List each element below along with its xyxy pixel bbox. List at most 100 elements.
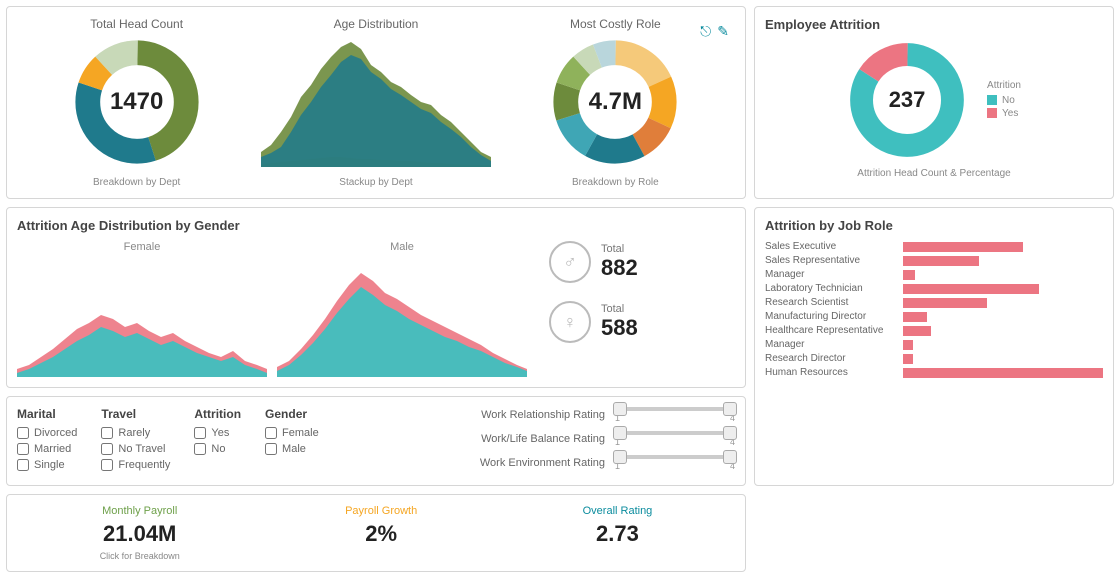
role-bar-bg	[903, 354, 1103, 364]
sum-growth: Payroll Growth 2%	[345, 505, 417, 547]
chk-male[interactable]: Male	[265, 443, 319, 455]
role-label: Laboratory Technician	[765, 283, 895, 294]
top-kpi-card: Total Head Count 1470 Breakdown by Dept …	[6, 6, 746, 199]
cost-donut[interactable]: 4.7M	[550, 37, 680, 167]
female-label: Female	[17, 241, 267, 253]
attr-age-title: Attrition Age Distribution by Gender	[17, 218, 735, 233]
chk-freq[interactable]: Frequently	[101, 459, 170, 471]
agedist-sub: Stackup by Dept	[339, 177, 412, 188]
male-col: Male	[277, 241, 527, 377]
chk-female[interactable]: Female	[265, 427, 319, 439]
chk-notravel[interactable]: No Travel	[101, 443, 170, 455]
female-total-label: Total	[601, 303, 638, 315]
role-row[interactable]: Sales Representative	[765, 255, 1103, 266]
role-row[interactable]: Research Director	[765, 353, 1103, 364]
female-chart[interactable]	[17, 257, 267, 377]
role-bar	[903, 284, 1039, 294]
role-row[interactable]: Human Resources	[765, 367, 1103, 378]
chk-divorced[interactable]: Divorced	[17, 427, 77, 439]
marital-title: Marital	[17, 407, 77, 421]
payroll-value: 21.04M	[100, 521, 180, 547]
role-label: Research Director	[765, 353, 895, 364]
role-row[interactable]: Research Scientist	[765, 297, 1103, 308]
role-label: Manufacturing Director	[765, 311, 895, 322]
role-bar	[903, 312, 927, 322]
role-bar-bg	[903, 368, 1103, 378]
totals: ♂ Total 882 ♀ Total 588	[549, 241, 638, 343]
legend-yes-swatch	[987, 108, 997, 118]
agedist-title: Age Distribution	[334, 17, 419, 31]
slider-we-label: Work Environment Rating	[480, 457, 605, 469]
role-bar	[903, 270, 915, 280]
emp-attr-title: Employee Attrition	[765, 17, 1103, 32]
headcount-donut[interactable]: 1470	[72, 37, 202, 167]
role-bar	[903, 256, 979, 266]
role-bar	[903, 340, 913, 350]
headcount-kpi: Total Head Count 1470 Breakdown by Dept	[17, 17, 256, 188]
emp-attr-value: 237	[847, 40, 967, 160]
slider-wr[interactable]	[615, 407, 735, 411]
legend-no-swatch	[987, 95, 997, 105]
export-icon[interactable]: ⎋	[700, 23, 711, 40]
role-row[interactable]: Manufacturing Director	[765, 311, 1103, 322]
headcount-value: 1470	[72, 37, 202, 167]
slider-we[interactable]	[615, 455, 735, 459]
male-total: 882	[601, 255, 638, 281]
slider-wr-label: Work Relationship Rating	[481, 409, 605, 421]
male-label: Male	[277, 241, 527, 253]
sum-payroll: Monthly Payroll 21.04M Click for Breakdo…	[100, 505, 180, 561]
chk-attr-yes[interactable]: Yes	[194, 427, 241, 439]
role-row[interactable]: Healthcare Representative	[765, 325, 1103, 336]
role-bar-bg	[903, 298, 1103, 308]
chk-attr-no[interactable]: No	[194, 443, 241, 455]
emp-attr-legend: Attrition No Yes	[987, 80, 1021, 121]
legend-yes: Yes	[1002, 108, 1018, 119]
payroll-sub: Click for Breakdown	[100, 551, 180, 561]
role-bar-bg	[903, 242, 1103, 252]
cost-kpi: ⎋ ✎ Most Costly Role 4.7M Breakdow	[496, 17, 735, 188]
role-label: Sales Executive	[765, 241, 895, 252]
slider-wlb[interactable]	[615, 431, 735, 435]
chk-single[interactable]: Single	[17, 459, 77, 471]
role-bar-bg	[903, 326, 1103, 336]
role-label: Manager	[765, 269, 895, 280]
chk-married[interactable]: Married	[17, 443, 77, 455]
role-row[interactable]: Sales Executive	[765, 241, 1103, 252]
headcount-sub: Breakdown by Dept	[93, 177, 180, 188]
chk-rarely[interactable]: Rarely	[101, 427, 170, 439]
rating-title: Overall Rating	[583, 505, 653, 517]
male-chart[interactable]	[277, 257, 527, 377]
legend-no: No	[1002, 95, 1015, 106]
payroll-title: Monthly Payroll	[100, 505, 180, 517]
male-total-label: Total	[601, 243, 638, 255]
attr-role-title: Attrition by Job Role	[765, 218, 1103, 233]
role-bar-bg	[903, 312, 1103, 322]
cost-value: 4.7M	[550, 37, 680, 167]
attr-age-card: Attrition Age Distribution by Gender Fem…	[6, 207, 746, 388]
female-total: 588	[601, 315, 638, 341]
role-bar-bg	[903, 340, 1103, 350]
agedist-kpi: Age Distribution Stackup by Dept	[256, 17, 495, 188]
male-icon: ♂	[549, 241, 591, 283]
filter-attrition: Attrition Yes No	[194, 407, 241, 459]
growth-title: Payroll Growth	[345, 505, 417, 517]
edit-icon[interactable]: ✎	[717, 23, 729, 40]
filters-card: Marital Divorced Married Single Travel R…	[6, 396, 746, 486]
legend-title: Attrition	[987, 80, 1021, 91]
role-label: Research Scientist	[765, 297, 895, 308]
filter-gender: Gender Female Male	[265, 407, 319, 459]
role-row[interactable]: Manager	[765, 339, 1103, 350]
cost-sub: Breakdown by Role	[572, 177, 659, 188]
role-row[interactable]: Laboratory Technician	[765, 283, 1103, 294]
emp-attr-donut[interactable]: 237	[847, 40, 967, 160]
role-row[interactable]: Manager	[765, 269, 1103, 280]
sliders: Work Relationship Rating 14 Work/Life Ba…	[343, 407, 735, 471]
summary-card[interactable]: Monthly Payroll 21.04M Click for Breakdo…	[6, 494, 746, 572]
sum-rating: Overall Rating 2.73	[583, 505, 653, 547]
employee-attrition-card: Employee Attrition 237 Attrition No Yes …	[754, 6, 1114, 199]
rating-value: 2.73	[583, 521, 653, 547]
agedist-chart[interactable]	[261, 37, 491, 167]
emp-attr-sub: Attrition Head Count & Percentage	[765, 168, 1103, 179]
attr-role-card: Attrition by Job Role Sales Executive Sal…	[754, 207, 1114, 486]
gender-title: Gender	[265, 407, 319, 421]
